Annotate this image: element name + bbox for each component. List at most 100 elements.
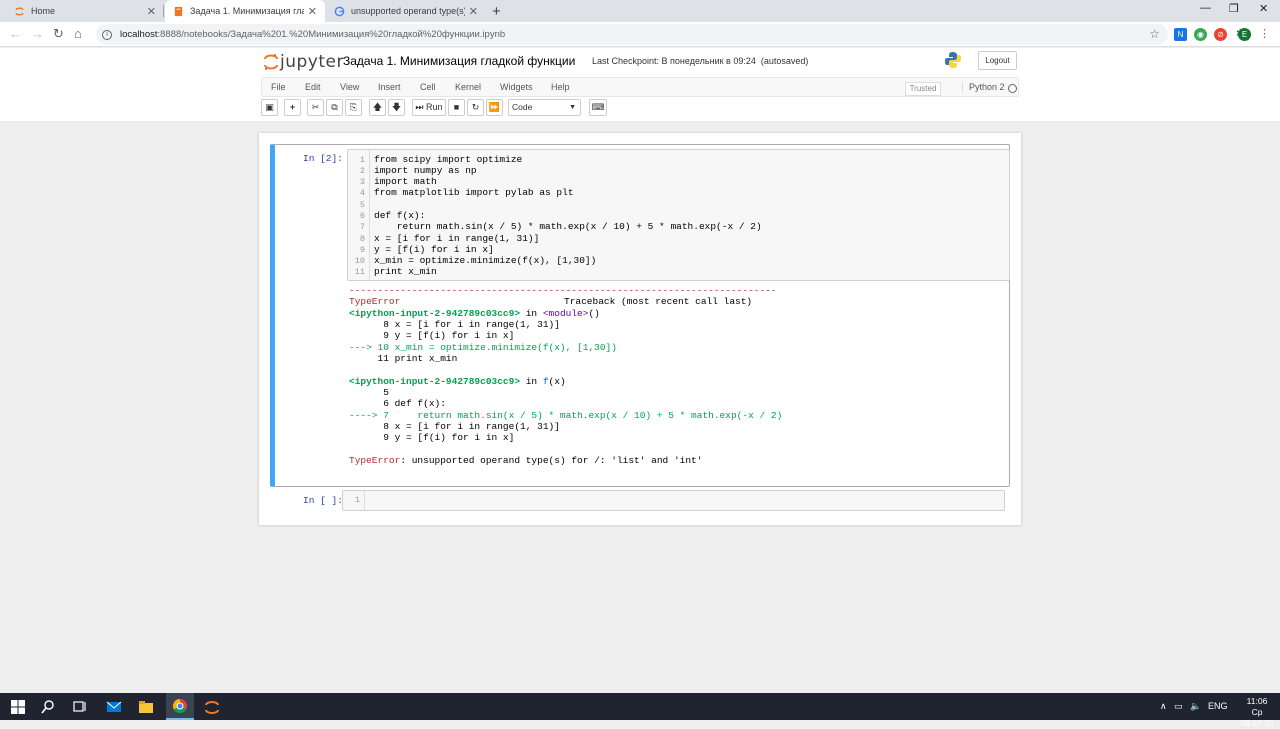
- code-editor-empty[interactable]: 1: [342, 490, 1005, 511]
- browser-tab-strip: Home ✕ Задача 1. Минимизация гладко ✕ un…: [0, 0, 1280, 22]
- menu-kernel[interactable]: Kernel: [455, 82, 481, 92]
- menu-cell[interactable]: Cell: [420, 82, 436, 92]
- restore-icon[interactable]: ❐: [1229, 2, 1239, 15]
- chrome-icon: [172, 698, 187, 714]
- task-view-icon[interactable]: [72, 699, 88, 715]
- tab-title: unsupported operand type(s) for: [351, 6, 465, 16]
- cell-type-select[interactable]: Code ▼: [508, 99, 581, 116]
- menu-edit[interactable]: Edit: [305, 82, 321, 92]
- logout-button[interactable]: Logout: [978, 51, 1017, 70]
- menu-container: File Edit View Insert Cell Kernel Widget…: [261, 77, 1019, 97]
- bookmark-star-icon[interactable]: ☆: [1149, 27, 1160, 41]
- frame-in: in: [520, 376, 543, 387]
- traceback-separator: ----------------------------------------…: [349, 285, 777, 296]
- back-icon[interactable]: ←: [9, 26, 22, 41]
- new-tab-icon[interactable]: +: [492, 3, 501, 20]
- move-up-icon[interactable]: 🡅: [369, 99, 386, 116]
- stop-icon[interactable]: ■: [448, 99, 465, 116]
- forward-icon[interactable]: →: [31, 26, 44, 41]
- windows-start-icon[interactable]: [10, 699, 26, 715]
- tray-expand-icon[interactable]: ∧: [1160, 701, 1167, 712]
- menu-insert[interactable]: Insert: [378, 82, 401, 92]
- error-name: TypeError: [349, 296, 401, 307]
- cell-type-value: Code: [512, 102, 533, 112]
- close-icon[interactable]: ✕: [308, 5, 317, 18]
- code-line: y = [f(i) for i in x]: [374, 244, 494, 255]
- restart-icon[interactable]: ↻: [467, 99, 484, 116]
- close-icon[interactable]: ✕: [469, 5, 478, 18]
- error-output: ----------------------------------------…: [349, 285, 1009, 475]
- jupyter-logo[interactable]: jupyter: [264, 52, 344, 72]
- traceback-line: 8 x = [i for i in range(1, 31)]: [349, 319, 560, 330]
- save-icon[interactable]: ▣: [261, 99, 278, 116]
- tab-notebook[interactable]: Задача 1. Минимизация гладко ✕: [165, 0, 325, 22]
- menu-widgets[interactable]: Widgets: [500, 82, 533, 92]
- notebook-favicon-icon: [174, 6, 183, 16]
- line-number: 6: [359, 211, 365, 221]
- tab-home[interactable]: Home ✕: [6, 0, 164, 22]
- frame-file: <ipython-input-2-942789c03cc9>: [349, 376, 521, 387]
- menu-help[interactable]: Help: [551, 82, 570, 92]
- jupyter-taskbar-icon[interactable]: [204, 699, 220, 715]
- url-host: localhost: [120, 29, 158, 40]
- run-button[interactable]: ⏭ Run: [412, 99, 446, 116]
- chrome-taskbar-active[interactable]: [166, 693, 194, 720]
- network-icon[interactable]: ▭: [1174, 701, 1183, 712]
- code-line: import math: [374, 176, 437, 187]
- paste-icon[interactable]: ⎘: [345, 99, 362, 116]
- extension-translate-icon[interactable]: N: [1174, 28, 1187, 41]
- notebook-title[interactable]: Задача 1. Минимизация гладкой функции: [343, 54, 575, 68]
- mail-icon[interactable]: [106, 699, 122, 715]
- file-explorer-icon[interactable]: [138, 699, 154, 715]
- code-line: from matplotlib import pylab as plt: [374, 187, 574, 198]
- error-type: TypeError: [349, 455, 401, 466]
- code-cell-empty[interactable]: In [ ]: 1: [270, 489, 1010, 513]
- profile-avatar[interactable]: E: [1238, 28, 1251, 41]
- jupyter-favicon-icon: [15, 6, 24, 16]
- jupyter-logo-icon: [264, 54, 278, 70]
- site-info-icon[interactable]: i: [102, 29, 112, 40]
- traceback-line: 9 y = [f(i) for i in x]: [349, 330, 515, 341]
- taskbar-clock[interactable]: 11:06 Ср 08.07.20: [1234, 696, 1280, 729]
- autosave-status: (autosaved): [760, 56, 809, 66]
- close-icon[interactable]: ✕: [147, 5, 156, 18]
- search-icon[interactable]: [40, 699, 56, 715]
- fast-forward-icon[interactable]: ⏩: [486, 99, 503, 116]
- frame-in: in: [520, 308, 543, 319]
- line-number: 9: [359, 245, 365, 255]
- browser-menu-icon[interactable]: ⋮: [1258, 28, 1271, 41]
- keyboard-icon[interactable]: ⌨: [589, 99, 607, 116]
- notebook-container: In [2]: 1 2 3 4 5 6 7 8 9 10 11 from sci…: [259, 133, 1021, 525]
- home-icon[interactable]: ⌂: [74, 26, 82, 41]
- traceback-line: 9 y = [f(i) for i in x]: [349, 432, 515, 443]
- cut-icon[interactable]: ✂: [307, 99, 324, 116]
- line-number: 11: [354, 267, 365, 277]
- window-close-icon[interactable]: ✕: [1259, 2, 1268, 15]
- tab-search[interactable]: unsupported operand type(s) for ✕: [326, 0, 486, 22]
- frame-func: <module>: [542, 308, 589, 319]
- code-cell-selected[interactable]: In [2]: 1 2 3 4 5 6 7 8 9 10 11 from sci…: [270, 144, 1010, 487]
- clock-date: Ср 08.07.20: [1240, 707, 1274, 728]
- move-down-icon[interactable]: 🡇: [388, 99, 405, 116]
- traceback-line: 8 x = [i for i in range(1, 31)]: [349, 421, 560, 432]
- menu-view[interactable]: View: [340, 82, 359, 92]
- menu-file[interactable]: File: [271, 82, 286, 92]
- trusted-indicator[interactable]: Trusted: [905, 82, 941, 96]
- code-editor[interactable]: 1 2 3 4 5 6 7 8 9 10 11 from scipy impor…: [347, 149, 1010, 281]
- extension-block-icon[interactable]: ⊘: [1214, 28, 1227, 41]
- minimize-icon[interactable]: —: [1200, 2, 1211, 14]
- traceback-header: Traceback (most recent call last): [564, 296, 753, 307]
- volume-icon[interactable]: 🔈: [1190, 701, 1201, 712]
- insert-cell-icon[interactable]: +: [284, 99, 301, 116]
- extension-green-icon[interactable]: ◉: [1194, 28, 1207, 41]
- traceback-line: 11 print x_min: [349, 353, 458, 364]
- reload-icon[interactable]: ↻: [53, 26, 64, 42]
- code-line: x_min = optimize.minimize(f(x), [1,30]): [374, 255, 597, 266]
- language-indicator[interactable]: ENG: [1208, 701, 1228, 711]
- line-number: 2: [359, 166, 365, 176]
- run-icon: ⏭: [415, 102, 424, 112]
- copy-icon[interactable]: ⧉: [326, 99, 343, 116]
- windows-taskbar: ∧ ▭ 🔈 ENG 11:06 Ср 08.07.20: [0, 693, 1280, 728]
- address-bar[interactable]: i localhost:8888/notebooks/Задача%201.%2…: [96, 24, 1168, 45]
- tab-title: Задача 1. Минимизация гладко: [190, 6, 304, 16]
